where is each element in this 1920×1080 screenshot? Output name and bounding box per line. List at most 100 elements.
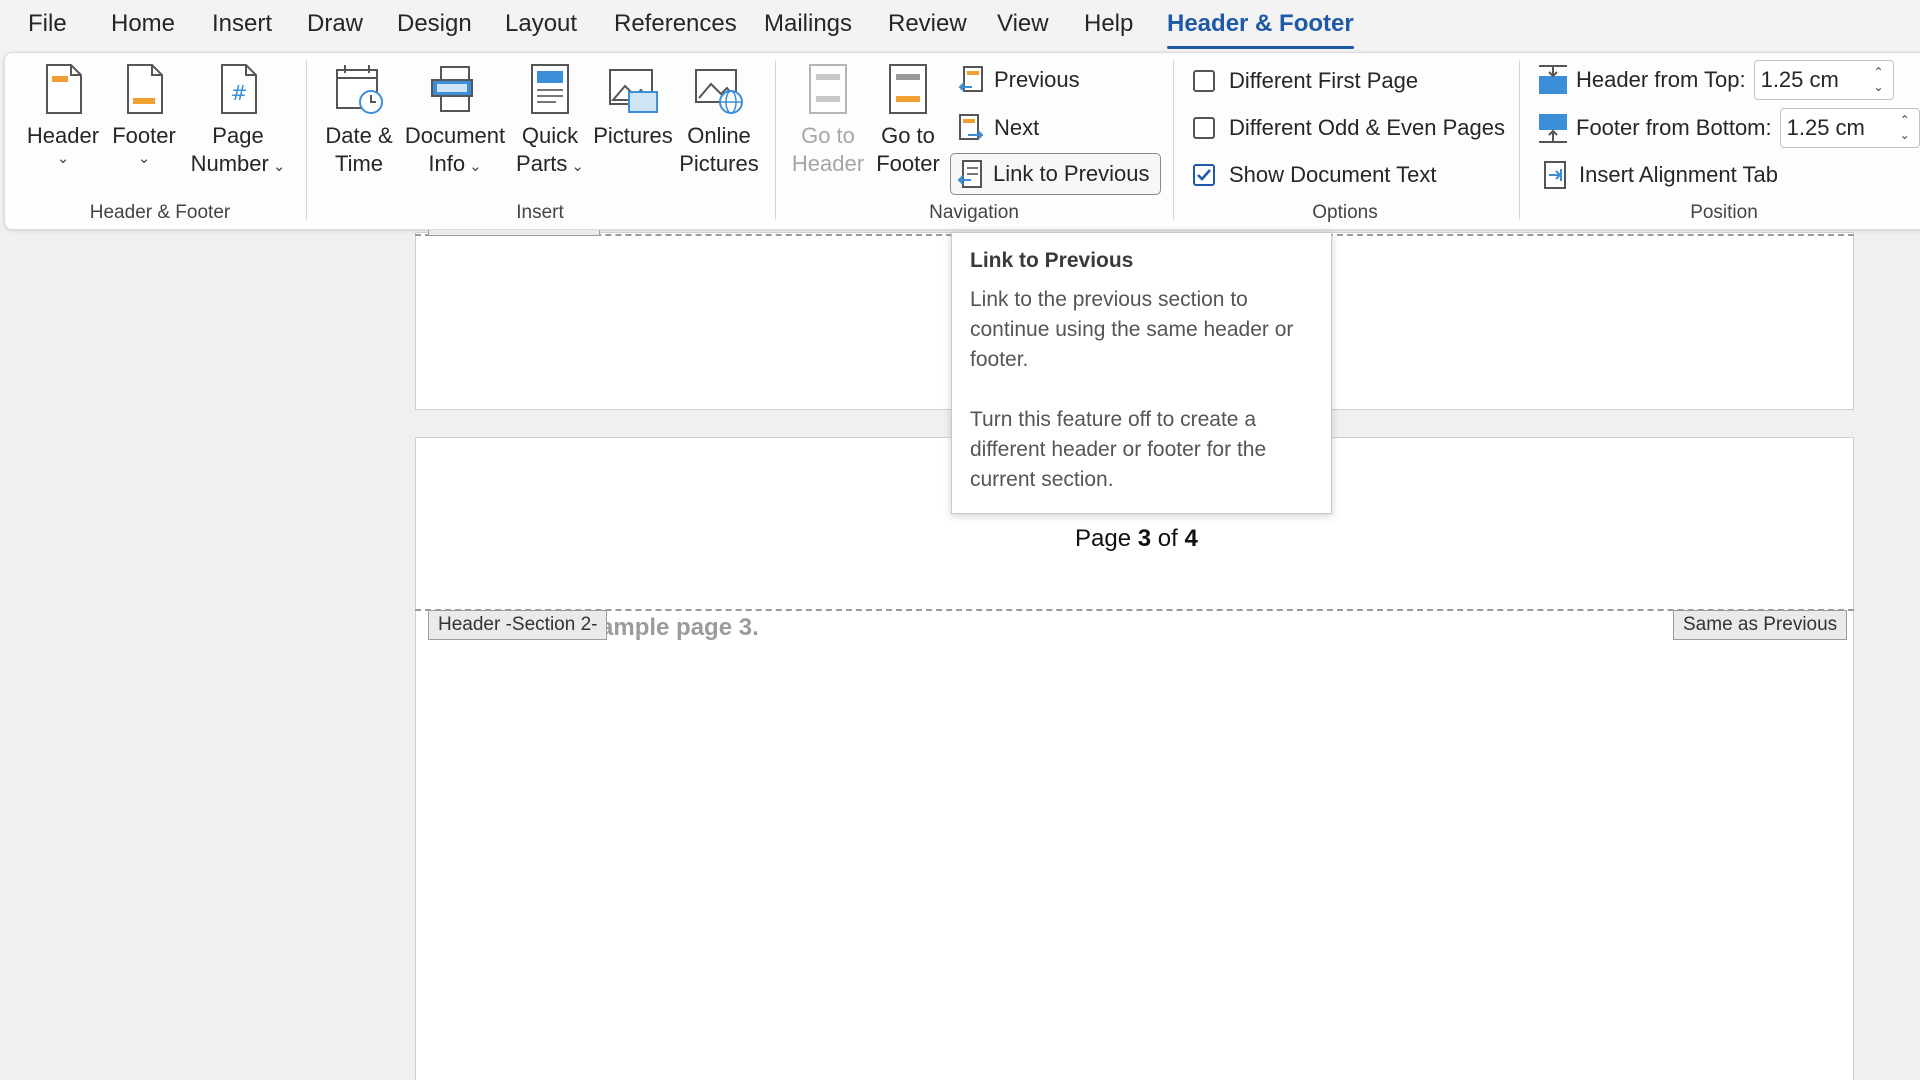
tab-header-footer[interactable]: Header & Footer bbox=[1167, 10, 1354, 49]
footer-label: Footer bbox=[112, 123, 176, 148]
footer-from-bottom-row: Footer from Bottom: 1.25 cm ⌃ ⌄ bbox=[1538, 107, 1920, 149]
quick-parts-label-2: Parts bbox=[516, 151, 568, 176]
footer-icon bbox=[127, 64, 163, 114]
chevron-down-icon: ⌄ bbox=[137, 150, 151, 167]
tab-review[interactable]: Review bbox=[888, 10, 967, 38]
pictures-icon bbox=[609, 69, 658, 113]
group-label-header-footer: Header & Footer bbox=[89, 202, 231, 223]
alignment-tab-icon bbox=[1544, 161, 1566, 189]
spin-arrows-icon[interactable]: ⌃ ⌄ bbox=[1865, 61, 1893, 99]
page-number-of: of bbox=[1151, 525, 1185, 552]
tooltip-paragraph-1: Link to the previous section to continue… bbox=[970, 288, 1294, 371]
footer-button[interactable]: Footer ⌄ bbox=[108, 62, 180, 168]
tab-view[interactable]: View bbox=[997, 10, 1049, 38]
tab-references[interactable]: References bbox=[614, 10, 737, 38]
link-to-previous-label: Link to Previous bbox=[993, 161, 1150, 186]
document-info-icon bbox=[431, 66, 473, 112]
document-info-label-2: Info bbox=[428, 151, 466, 176]
online-pictures-button[interactable]: Online Pictures bbox=[676, 62, 762, 178]
header-section-tag: Header -Section 2- bbox=[428, 610, 608, 640]
next-section-icon bbox=[959, 114, 984, 140]
different-odd-even-option[interactable]: Different Odd & Even Pages bbox=[1193, 108, 1505, 148]
page-number-current: 3 bbox=[1137, 525, 1152, 552]
online-pictures-label-1: Online bbox=[687, 123, 751, 148]
group-label-navigation: Navigation bbox=[929, 202, 1019, 223]
page-number-button[interactable]: # Page Number ⌄ bbox=[186, 62, 290, 181]
header-from-top-value[interactable]: 1.25 cm bbox=[1761, 67, 1865, 93]
insert-alignment-tab-button[interactable]: Insert Alignment Tab bbox=[1541, 154, 1778, 196]
tooltip-paragraph-2: Turn this feature off to create a differ… bbox=[970, 408, 1267, 491]
tab-mailings[interactable]: Mailings bbox=[764, 10, 852, 38]
tab-design[interactable]: Design bbox=[397, 10, 472, 38]
page-number-prefix: Page bbox=[1075, 525, 1138, 552]
same-as-previous-tag: Same as Previous bbox=[1673, 610, 1848, 640]
body-text-fragment: ample page 3. bbox=[600, 614, 759, 641]
date-time-label-2: Time bbox=[334, 151, 384, 176]
tooltip-title: Link to Previous bbox=[970, 249, 1134, 272]
tab-home[interactable]: Home bbox=[111, 10, 175, 38]
date-time-button[interactable]: Date & Time bbox=[318, 62, 400, 178]
header-label: Header bbox=[26, 123, 100, 148]
document-info-label-1: Document bbox=[404, 123, 506, 148]
svg-text:#: # bbox=[231, 81, 248, 105]
footer-page-number: Page 3 of 4 bbox=[1075, 525, 1198, 553]
tab-help[interactable]: Help bbox=[1084, 10, 1133, 38]
show-document-text-checkbox[interactable] bbox=[1193, 164, 1215, 186]
header-boundary-line bbox=[415, 609, 1854, 611]
tab-layout[interactable]: Layout bbox=[505, 10, 577, 38]
quick-parts-label-1: Quick bbox=[521, 123, 579, 148]
header-icon bbox=[46, 64, 82, 114]
previous-button[interactable]: Previous bbox=[958, 59, 1080, 101]
quick-parts-icon bbox=[531, 64, 569, 114]
different-odd-even-checkbox[interactable] bbox=[1193, 117, 1215, 139]
calendar-clock-icon bbox=[336, 65, 383, 114]
previous-label: Previous bbox=[994, 67, 1080, 92]
footer-from-bottom-value[interactable]: 1.25 cm bbox=[1787, 115, 1891, 141]
header-position-icon bbox=[1539, 65, 1567, 94]
link-to-previous-button[interactable]: Link to Previous bbox=[950, 153, 1161, 195]
go-to-footer-label-1: Go to bbox=[881, 123, 935, 148]
footer-from-bottom-label: Footer from Bottom: bbox=[1576, 115, 1772, 140]
footer-position-icon bbox=[1539, 114, 1567, 143]
go-to-header-label-1: Go to bbox=[801, 123, 855, 148]
show-document-text-option[interactable]: Show Document Text bbox=[1193, 155, 1436, 195]
tab-draw[interactable]: Draw bbox=[307, 10, 363, 38]
footer-from-bottom-spinner[interactable]: 1.25 cm ⌃ ⌄ bbox=[1779, 108, 1920, 148]
tab-insert[interactable]: Insert bbox=[212, 10, 272, 38]
different-first-page-option[interactable]: Different First Page bbox=[1193, 61, 1418, 101]
page-number-label-2: Number bbox=[190, 151, 269, 176]
pictures-label: Pictures bbox=[593, 123, 673, 148]
link-to-previous-tooltip: Link to Previous Link to the previous se… bbox=[951, 232, 1332, 514]
go-to-header-button[interactable]: Go to Header bbox=[784, 62, 872, 178]
pictures-button[interactable]: Pictures bbox=[592, 62, 674, 150]
next-button[interactable]: Next bbox=[958, 107, 1039, 149]
chevron-down-icon: ⌄ bbox=[272, 158, 286, 175]
different-first-page-checkbox[interactable] bbox=[1193, 70, 1215, 92]
header-from-top-label: Header from Top: bbox=[1576, 67, 1746, 92]
group-separator bbox=[1519, 60, 1520, 220]
previous-section-icon bbox=[958, 66, 983, 92]
chevron-down-icon: ⌄ bbox=[571, 158, 584, 175]
next-label: Next bbox=[994, 115, 1040, 140]
group-separator bbox=[1173, 60, 1174, 220]
go-to-footer-icon bbox=[889, 64, 927, 114]
document-info-button[interactable]: Document Info ⌄ bbox=[402, 62, 508, 181]
spin-arrows-icon[interactable]: ⌃ ⌄ bbox=[1891, 109, 1919, 147]
group-separator bbox=[306, 60, 307, 220]
quick-parts-button[interactable]: Quick Parts ⌄ bbox=[510, 62, 590, 181]
header-button[interactable]: Header ⌄ bbox=[24, 62, 102, 168]
header-from-top-spinner[interactable]: 1.25 cm ⌃ ⌄ bbox=[1753, 60, 1894, 100]
tab-file[interactable]: File bbox=[28, 10, 67, 38]
online-pictures-icon bbox=[695, 69, 743, 114]
online-pictures-label-2: Pictures bbox=[679, 151, 759, 176]
go-to-footer-button[interactable]: Go to Footer bbox=[868, 62, 948, 178]
checkmark-icon bbox=[1197, 169, 1211, 181]
group-label-position: Position bbox=[1690, 202, 1758, 223]
page-number-total: 4 bbox=[1184, 525, 1198, 552]
different-odd-even-label: Different Odd & Even Pages bbox=[1229, 115, 1505, 140]
group-separator bbox=[775, 60, 776, 220]
group-label-options: Options bbox=[1312, 202, 1378, 223]
footer-tag-edge bbox=[428, 230, 600, 236]
menu-bar: File Home Insert Draw Design Layout Refe… bbox=[0, 0, 1920, 50]
insert-alignment-tab-label: Insert Alignment Tab bbox=[1579, 162, 1778, 187]
